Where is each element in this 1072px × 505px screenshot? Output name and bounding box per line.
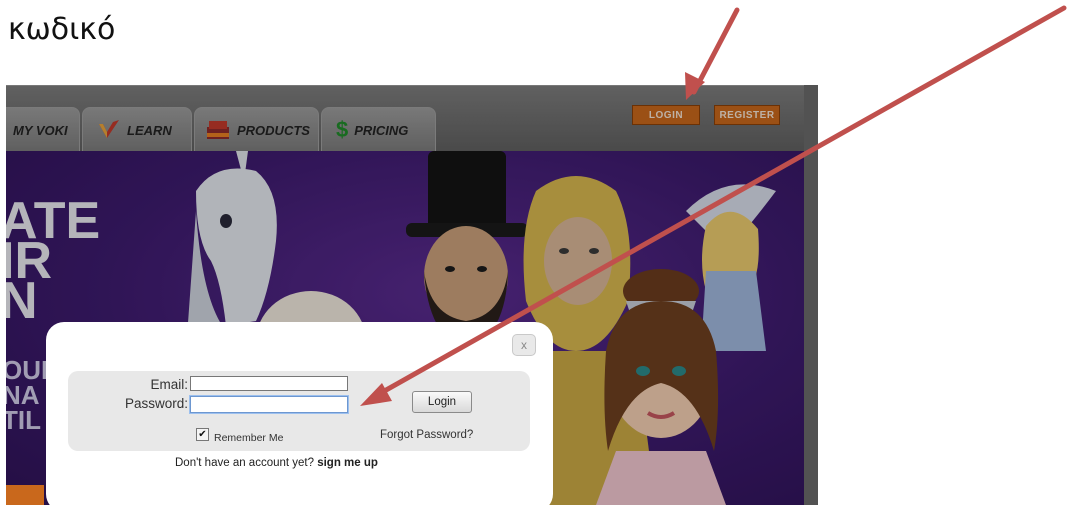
arrow-to-login-icon bbox=[685, 7, 740, 100]
annotation-arrows bbox=[360, 5, 1067, 406]
arrow-to-password-icon bbox=[360, 5, 1067, 406]
